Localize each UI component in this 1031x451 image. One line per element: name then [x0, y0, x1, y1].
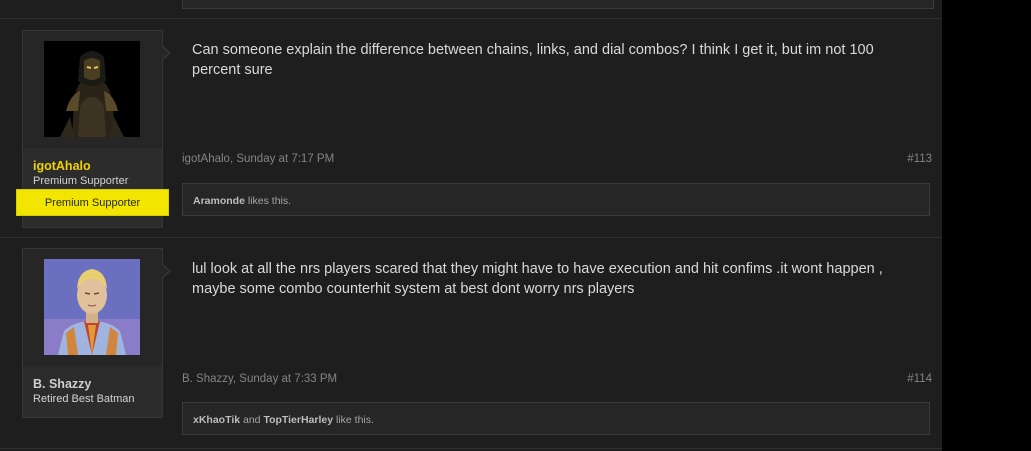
- liker-link[interactable]: Aramonde: [193, 195, 245, 207]
- thread-container: igotAhalo Premium Supporter Premium Supp…: [0, 0, 942, 451]
- user-info-panel: igotAhalo Premium Supporter Premium Supp…: [17, 148, 168, 227]
- post-number-link[interactable]: #114: [907, 373, 932, 385]
- message-text: Can someone explain the difference betwe…: [192, 42, 874, 78]
- post-divider: [0, 237, 942, 238]
- avatar[interactable]: [44, 259, 140, 355]
- post-number-link[interactable]: #113: [907, 153, 932, 165]
- avatar-holder: [23, 249, 171, 366]
- message-user-info: igotAhalo Premium Supporter Premium Supp…: [17, 30, 171, 228]
- user-info-panel: B. Shazzy Retired Best Batman: [23, 366, 162, 417]
- user-title: Retired Best Batman: [33, 393, 135, 405]
- post-divider: [0, 18, 942, 19]
- likes-and-text: and: [240, 414, 264, 426]
- likes-text: like this.: [333, 414, 374, 426]
- message-meta[interactable]: igotAhalo, Sunday at 7:17 PM: [182, 153, 334, 165]
- message-text: lul look at all the nrs players scared t…: [192, 261, 883, 297]
- likes-summary: Aramonde likes this.: [182, 183, 930, 216]
- liker-link[interactable]: xKhaoTik: [193, 414, 240, 426]
- username[interactable]: igotAhalo: [33, 159, 91, 173]
- avatar[interactable]: [44, 41, 140, 137]
- avatar-holder: [23, 31, 171, 148]
- message-meta[interactable]: B. Shazzy, Sunday at 7:33 PM: [182, 373, 337, 385]
- previous-post-likes-bar: [182, 0, 934, 9]
- avatar-arrow: [161, 263, 171, 279]
- likes-summary: xKhaoTik and TopTierHarley like this.: [182, 402, 930, 435]
- liker-link[interactable]: TopTierHarley: [263, 414, 333, 426]
- username[interactable]: B. Shazzy: [33, 377, 91, 391]
- avatar-arrow: [161, 45, 171, 61]
- post-divider: [0, 448, 942, 449]
- likes-text: likes this.: [244, 195, 292, 207]
- user-title: Premium Supporter: [33, 175, 129, 187]
- message-user-info: B. Shazzy Retired Best Batman: [22, 248, 171, 418]
- premium-supporter-banner: Premium Supporter: [17, 190, 168, 215]
